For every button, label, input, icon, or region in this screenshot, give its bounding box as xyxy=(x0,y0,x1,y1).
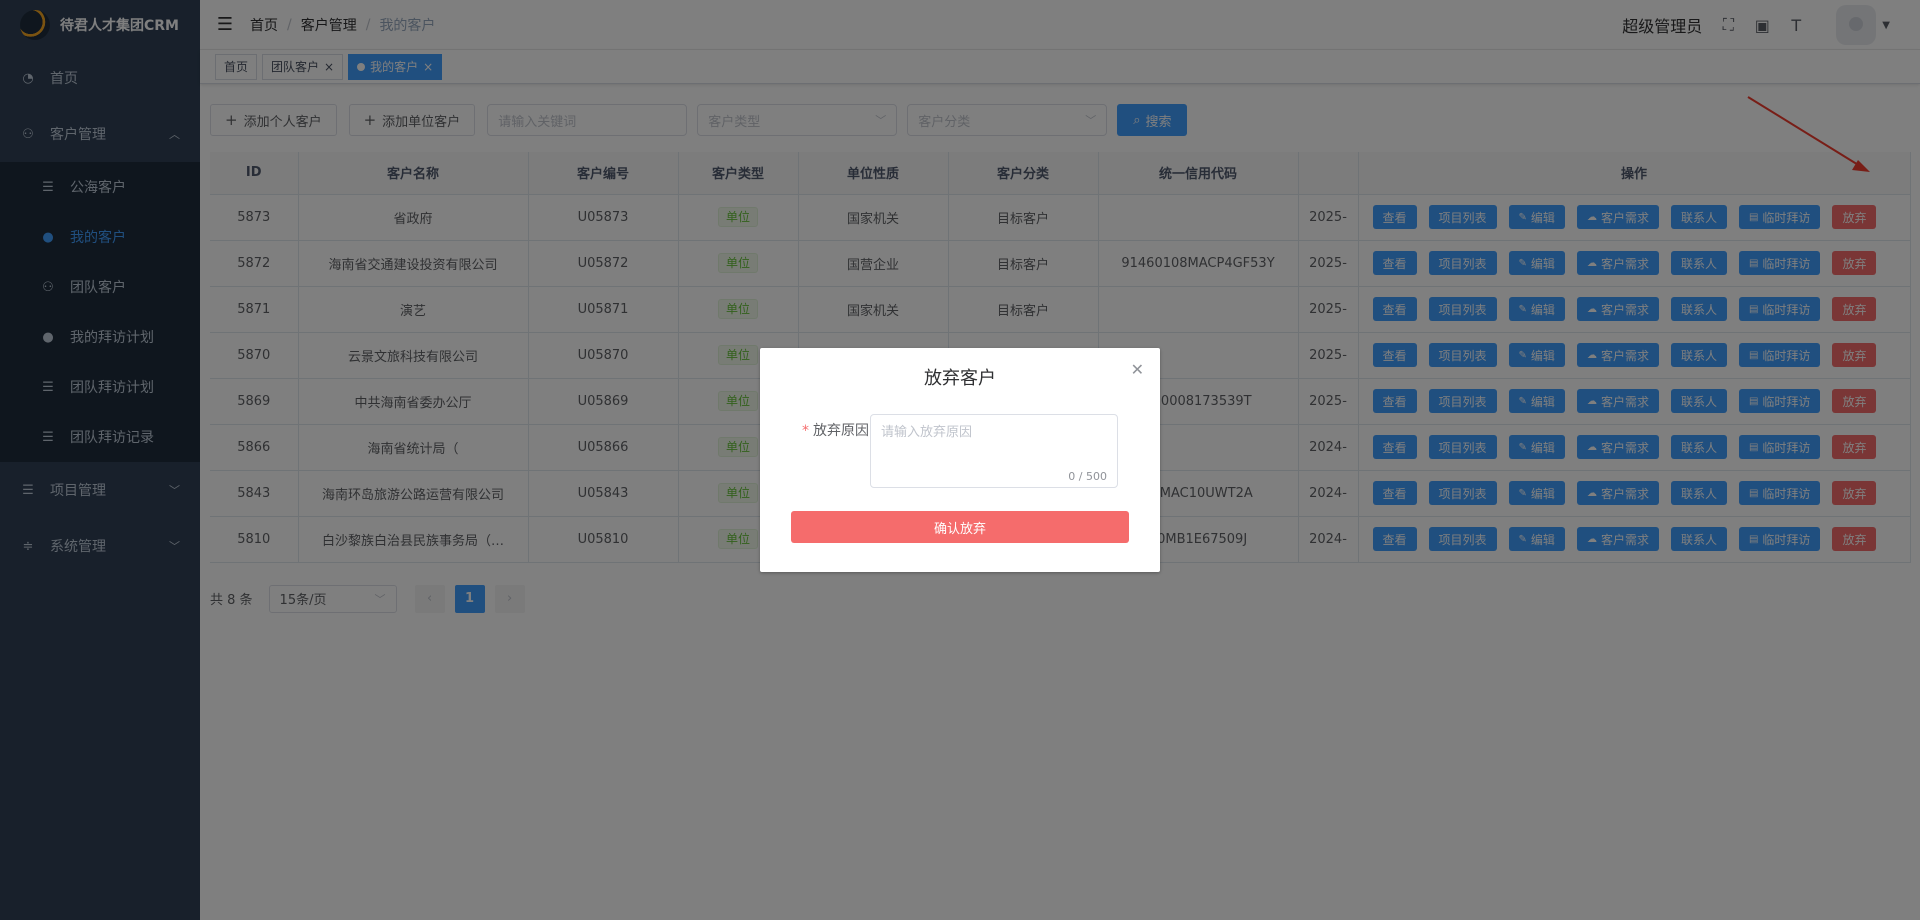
char-counter: 0 / 500 xyxy=(1068,470,1107,483)
button-label: 确认放弃 xyxy=(933,521,986,537)
dialog-title: 放弃客户 xyxy=(924,368,996,389)
confirm-abandon-button[interactable]: 确认放弃 xyxy=(791,511,1129,543)
reason-label: * 放弃原因 xyxy=(802,414,870,488)
close-icon[interactable]: ✕ xyxy=(1131,360,1144,379)
reason-label-text: 放弃原因 xyxy=(813,423,869,439)
reason-textarea[interactable]: 请输入放弃原因 0 / 500 xyxy=(870,414,1118,488)
reason-placeholder: 请输入放弃原因 xyxy=(881,425,973,440)
abandon-customer-dialog: 放弃客户 ✕ * 放弃原因 请输入放弃原因 0 / 500 确认放弃 xyxy=(760,348,1160,572)
required-asterisk: * xyxy=(802,423,809,439)
reason-form-row: * 放弃原因 请输入放弃原因 0 / 500 xyxy=(760,414,1160,488)
